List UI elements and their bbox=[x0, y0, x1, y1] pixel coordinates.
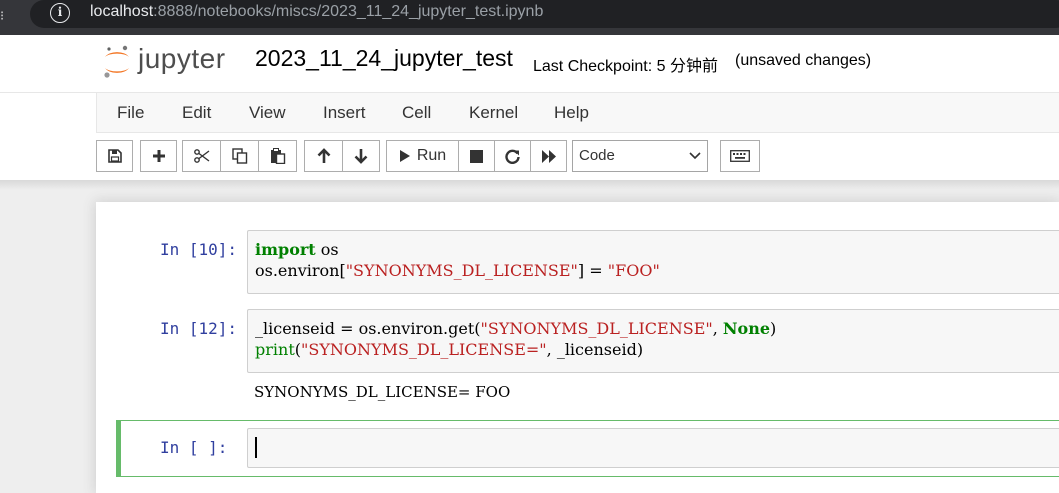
site-info-icon[interactable]: i bbox=[50, 3, 70, 23]
code-token: , bbox=[712, 319, 723, 338]
code-token: , _licenseid) bbox=[546, 340, 644, 359]
code-token: print bbox=[255, 340, 295, 359]
menu-cell[interactable]: Cell bbox=[402, 103, 431, 123]
cell-prompt: In [12]: bbox=[160, 319, 238, 338]
cell-type-select[interactable]: Code bbox=[572, 140, 708, 172]
jupyter-logo-icon[interactable] bbox=[102, 43, 132, 81]
fast-forward-icon bbox=[541, 149, 556, 163]
run-label: Run bbox=[416, 147, 447, 164]
url-host: localhost bbox=[90, 3, 154, 20]
move-up-button[interactable] bbox=[304, 140, 343, 172]
code-line: import os bbox=[255, 239, 1059, 260]
browser-address-bar: ⁝ i localhost:8888/notebooks/miscs/2023_… bbox=[0, 0, 1059, 35]
move-down-button[interactable] bbox=[342, 140, 380, 172]
chevron-down-icon bbox=[689, 152, 701, 160]
cut-button[interactable] bbox=[182, 140, 221, 172]
text-cursor bbox=[255, 437, 257, 458]
restart-button[interactable] bbox=[494, 140, 531, 172]
checkpoint-status: Last Checkpoint: 5 分钟前 bbox=[533, 58, 718, 75]
menu-edit[interactable]: Edit bbox=[182, 103, 211, 123]
code-token: _licenseid = os.environ.get( bbox=[255, 319, 481, 338]
menu-insert[interactable]: Insert bbox=[323, 103, 366, 123]
menubar: File Edit View Insert Cell Kernel Help bbox=[96, 93, 1059, 133]
jupyter-header: jupyter 2023_11_24_jupyter_test Last Che… bbox=[0, 35, 1059, 92]
code-token: import bbox=[255, 240, 316, 259]
stop-icon bbox=[470, 149, 483, 163]
copy-button[interactable] bbox=[220, 140, 259, 172]
arrow-up-icon bbox=[317, 148, 330, 163]
paste-icon bbox=[270, 148, 285, 164]
code-token: "SYNONYMS_DL_LICENSE" bbox=[480, 319, 713, 338]
code-line: print("SYNONYMS_DL_LICENSE=", _licenseid… bbox=[255, 339, 1059, 360]
arrow-down-icon bbox=[354, 149, 368, 164]
keyboard-icon bbox=[730, 150, 750, 162]
notebook-name[interactable]: 2023_11_24_jupyter_test bbox=[255, 45, 513, 72]
jupyter-wordmark[interactable]: jupyter bbox=[138, 43, 226, 75]
restart-icon bbox=[505, 149, 520, 164]
cell-output: SYNONYMS_DL_LICENSE= FOO bbox=[254, 383, 511, 401]
url-path: :8888/notebooks/miscs/2023_11_24_jupyter… bbox=[153, 3, 544, 20]
code-token: os bbox=[315, 240, 339, 259]
plus-icon bbox=[152, 150, 165, 162]
toolbar-shadow bbox=[0, 180, 1059, 190]
menu-kernel[interactable]: Kernel bbox=[469, 103, 518, 123]
code-token: "SYNONYMS_DL_LICENSE=" bbox=[301, 340, 547, 359]
play-icon bbox=[399, 150, 410, 162]
code-token: ) bbox=[770, 319, 777, 338]
code-token: "FOO" bbox=[607, 261, 660, 280]
code-cell-input[interactable] bbox=[247, 428, 1059, 468]
menu-file[interactable]: File bbox=[117, 103, 144, 123]
menu-help[interactable]: Help bbox=[554, 103, 589, 123]
paste-button[interactable] bbox=[258, 140, 297, 172]
code-cell-input[interactable]: import os os.environ["SYNONYMS_DL_LICENSE… bbox=[247, 230, 1059, 294]
menu-view[interactable]: View bbox=[249, 103, 286, 123]
cell-type-value: Code bbox=[579, 147, 615, 164]
save-icon bbox=[107, 149, 122, 163]
save-button[interactable] bbox=[96, 140, 133, 172]
autosave-status: (unsaved changes) bbox=[735, 52, 872, 69]
copy-icon bbox=[231, 148, 247, 164]
cut-icon bbox=[193, 149, 209, 163]
command-palette-button[interactable] bbox=[720, 140, 760, 172]
code-cell-input[interactable]: _licenseid = os.environ.get("SYNONYMS_DL… bbox=[247, 309, 1059, 373]
run-button[interactable]: Run bbox=[386, 140, 459, 172]
code-line: _licenseid = os.environ.get("SYNONYMS_DL… bbox=[255, 318, 1059, 339]
cell-prompt: In [10]: bbox=[160, 240, 238, 259]
tab-edge: ⁝ bbox=[0, 8, 5, 23]
code-token: None bbox=[722, 319, 771, 338]
code-token: os.environ[ bbox=[255, 261, 346, 280]
code-token: "SYNONYMS_DL_LICENSE" bbox=[345, 261, 578, 280]
url-text[interactable]: localhost:8888/notebooks/miscs/2023_11_2… bbox=[90, 3, 543, 21]
cell-prompt: In [ ]: bbox=[160, 438, 228, 457]
restart-run-all-button[interactable] bbox=[530, 140, 567, 172]
code-line: os.environ["SYNONYMS_DL_LICENSE"] = "FOO… bbox=[255, 260, 1059, 281]
code-token: ] = bbox=[577, 261, 608, 280]
insert-cell-button[interactable] bbox=[140, 140, 177, 172]
interrupt-button[interactable] bbox=[458, 140, 495, 172]
